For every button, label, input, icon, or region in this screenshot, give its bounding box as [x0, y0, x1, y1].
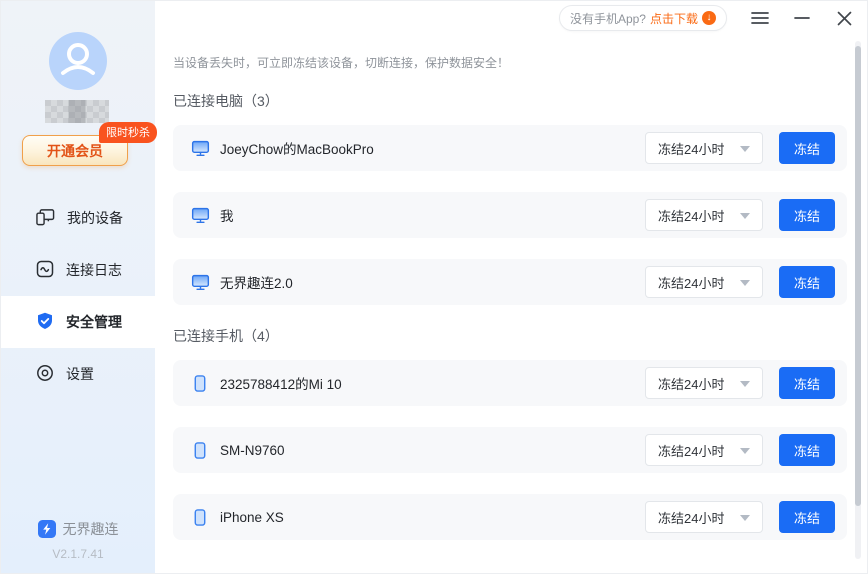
chevron-down-icon	[740, 213, 750, 219]
device-row: 我 冻结24小时 冻结	[173, 192, 847, 238]
chevron-down-icon	[740, 146, 750, 152]
section-title: 已连接手机（4）	[173, 326, 847, 346]
freeze-duration-value: 冻结24小时	[658, 273, 724, 292]
freeze-duration-value: 冻结24小时	[658, 139, 724, 158]
security-tip-text: 当设备丢失时，可立即冻结该设备，切断连接，保护数据安全！	[173, 54, 847, 71]
pill-action-text: 点击下载	[650, 10, 698, 27]
app-window: 开通会员 限时秒杀 我的设备连接日志安全管理设置 无界趣连 V2.1.7.41 …	[0, 0, 868, 574]
freeze-duration-value: 冻结24小时	[658, 206, 724, 225]
pill-question-text: 没有手机App?	[570, 10, 646, 27]
connection-log-icon	[36, 260, 54, 281]
device-sections: 已连接电脑（3）JoeyChow的MacBookPro冻结24小时冻结我冻结24…	[173, 91, 847, 540]
my-devices-icon	[36, 208, 55, 229]
sidebar-item-label: 安全管理	[66, 312, 122, 332]
chevron-down-icon	[740, 515, 750, 521]
device-row: iPhone XS 冻结24小时 冻结	[173, 494, 847, 540]
device-name: SM-N9760	[220, 443, 285, 458]
device-row: 2325788412的Mi 10 冻结24小时 冻结	[173, 360, 847, 406]
device-section: 已连接手机（4）2325788412的Mi 10冻结24小时冻结SM-N9760…	[173, 326, 847, 540]
device-row: SM-N9760 冻结24小时 冻结	[173, 427, 847, 473]
freeze-duration-select[interactable]: 冻结24小时	[645, 132, 763, 164]
chevron-down-icon	[740, 448, 750, 454]
computer-icon	[189, 140, 211, 157]
settings-icon	[36, 364, 54, 385]
sidebar-item-4[interactable]: 设置	[1, 348, 155, 400]
device-row: 无界趣连2.0 冻结24小时 冻结	[173, 259, 847, 305]
device-name: JoeyChow的MacBookPro	[220, 138, 374, 158]
security-shield-icon	[36, 312, 54, 333]
freeze-duration-select[interactable]: 冻结24小时	[645, 199, 763, 231]
device-row: JoeyChow的MacBookPro 冻结24小时 冻结	[173, 125, 847, 171]
download-app-button[interactable]: 没有手机App? 点击下载 ↓	[559, 5, 727, 31]
freeze-duration-value: 冻结24小时	[658, 441, 724, 460]
section-title: 已连接电脑（3）	[173, 91, 847, 111]
title-bar: 没有手机App? 点击下载 ↓	[155, 1, 867, 35]
sidebar-item-3[interactable]: 安全管理	[1, 296, 155, 348]
menu-icon[interactable]	[751, 9, 769, 27]
device-name: iPhone XS	[220, 510, 284, 525]
chevron-down-icon	[740, 381, 750, 387]
freeze-button[interactable]: 冻结	[779, 434, 835, 466]
freeze-button[interactable]: 冻结	[779, 199, 835, 231]
brand-logo-icon	[38, 520, 56, 538]
avatar	[49, 32, 107, 90]
brand-name: 无界趣连	[63, 519, 119, 539]
phone-icon	[189, 509, 211, 526]
freeze-duration-select[interactable]: 冻结24小时	[645, 501, 763, 533]
device-name: 我	[220, 205, 234, 225]
computer-icon	[189, 207, 211, 224]
freeze-duration-value: 冻结24小时	[658, 508, 724, 527]
device-name: 无界趣连2.0	[220, 272, 293, 292]
freeze-duration-value: 冻结24小时	[658, 374, 724, 393]
censored-username	[45, 100, 109, 123]
phone-icon	[189, 442, 211, 459]
phone-icon	[189, 375, 211, 392]
sidebar: 开通会员 限时秒杀 我的设备连接日志安全管理设置 无界趣连 V2.1.7.41	[1, 1, 155, 573]
sidebar-item-label: 连接日志	[66, 260, 122, 280]
sidebar-item-label: 我的设备	[67, 208, 123, 228]
device-section: 已连接电脑（3）JoeyChow的MacBookPro冻结24小时冻结我冻结24…	[173, 91, 847, 305]
main-content: 当设备丢失时，可立即冻结该设备，切断连接，保护数据安全！ 已连接电脑（3） Joe…	[173, 35, 847, 561]
computer-icon	[189, 274, 211, 291]
scrollbar-thumb[interactable]	[855, 46, 861, 506]
sidebar-item-1[interactable]: 我的设备	[1, 192, 155, 244]
sidebar-menu: 我的设备连接日志安全管理设置	[1, 192, 155, 400]
freeze-button[interactable]: 冻结	[779, 367, 835, 399]
download-icon: ↓	[702, 11, 716, 25]
sidebar-item-2[interactable]: 连接日志	[1, 244, 155, 296]
flash-sale-badge: 限时秒杀	[99, 122, 157, 143]
freeze-button[interactable]: 冻结	[779, 266, 835, 298]
freeze-duration-select[interactable]: 冻结24小时	[645, 367, 763, 399]
freeze-button[interactable]: 冻结	[779, 501, 835, 533]
sidebar-footer: 无界趣连 V2.1.7.41	[1, 519, 155, 561]
minimize-icon[interactable]	[793, 9, 811, 27]
app-version: V2.1.7.41	[1, 547, 155, 561]
device-name: 2325788412的Mi 10	[220, 373, 342, 393]
freeze-button[interactable]: 冻结	[779, 132, 835, 164]
chevron-down-icon	[740, 280, 750, 286]
freeze-duration-select[interactable]: 冻结24小时	[645, 266, 763, 298]
freeze-duration-select[interactable]: 冻结24小时	[645, 434, 763, 466]
sidebar-item-label: 设置	[66, 364, 94, 384]
close-icon[interactable]	[835, 9, 853, 27]
user-icon	[49, 32, 107, 90]
